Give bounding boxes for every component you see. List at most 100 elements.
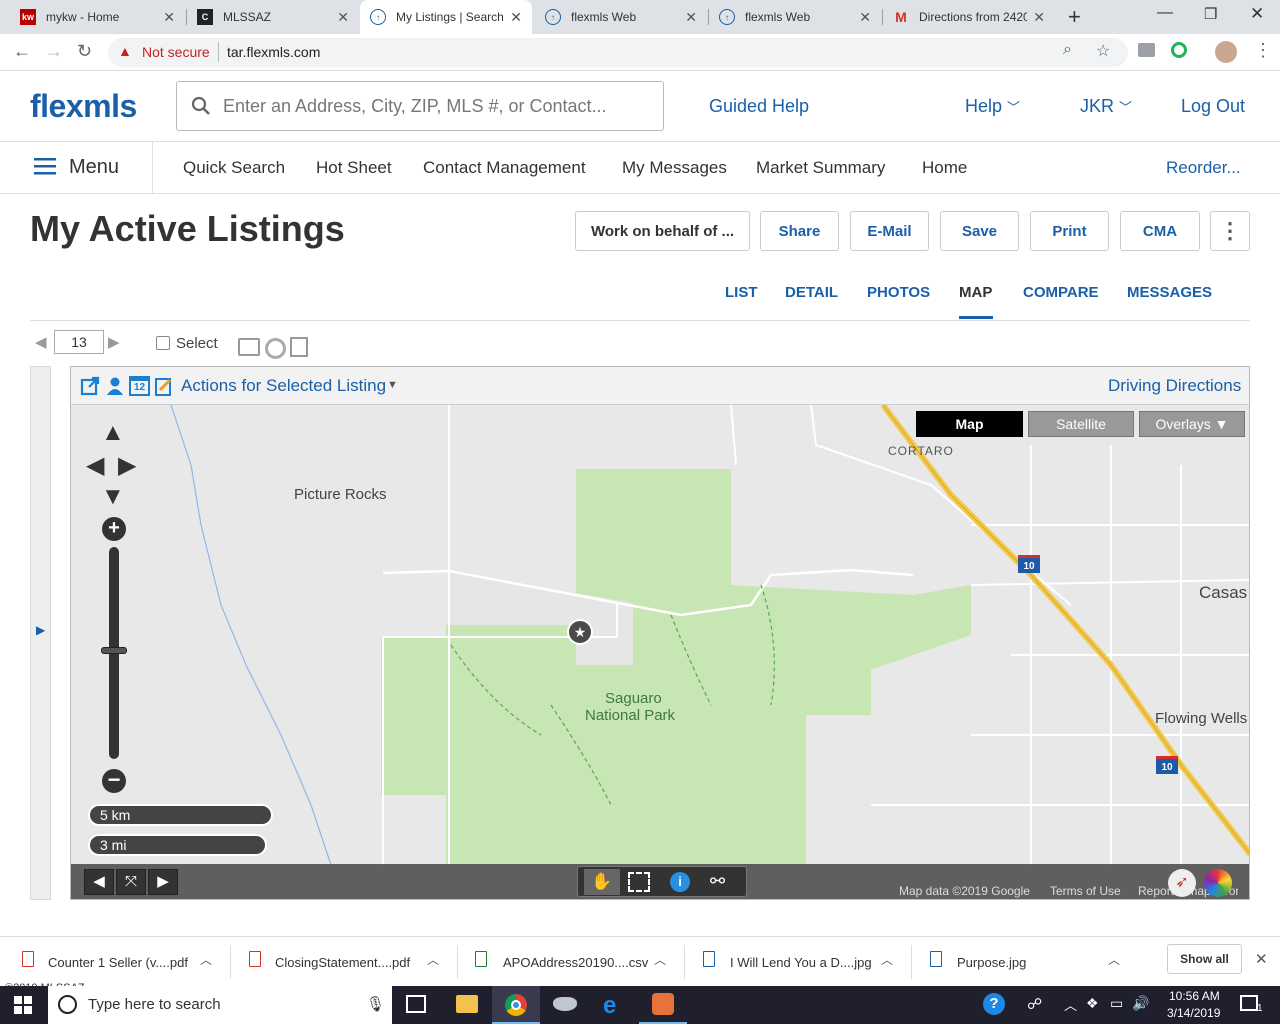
- zoom-in-icon[interactable]: +: [102, 517, 126, 541]
- clock-time[interactable]: 10:56 AM: [1169, 989, 1220, 1003]
- tab-map[interactable]: MAP: [959, 284, 992, 301]
- open-external-icon[interactable]: [80, 376, 100, 396]
- info-icon[interactable]: i: [670, 872, 690, 892]
- page-number-input[interactable]: 13: [54, 330, 104, 354]
- browser-tab[interactable]: ↑ flexmls Web ✕: [709, 0, 881, 34]
- tab-detail[interactable]: DETAIL: [785, 284, 838, 301]
- nav-home[interactable]: Home: [922, 158, 967, 178]
- clock-date[interactable]: 3/14/2019: [1167, 1006, 1220, 1020]
- close-tab-icon[interactable]: ✕: [163, 9, 175, 26]
- close-tab-icon[interactable]: ✕: [859, 9, 871, 26]
- minimize-icon[interactable]: —: [1157, 4, 1173, 22]
- tab-list[interactable]: LIST: [725, 284, 758, 301]
- user-menu[interactable]: JKR ﹀: [1080, 96, 1132, 117]
- new-tab-icon[interactable]: +: [1068, 4, 1081, 30]
- download-item[interactable]: ClosingStatement....pdf: [275, 955, 410, 970]
- help-tray-icon[interactable]: ?: [983, 993, 1005, 1015]
- prev-page-icon[interactable]: ◀: [35, 333, 47, 351]
- pan-right-icon[interactable]: ▶: [118, 451, 136, 480]
- profile-avatar[interactable]: [1215, 41, 1237, 63]
- next-page-icon[interactable]: ▶: [108, 333, 120, 351]
- nav-contact-management[interactable]: Contact Management: [423, 158, 586, 178]
- taskbar-search-box[interactable]: Type here to search 🎙: [48, 986, 392, 1024]
- close-tab-icon[interactable]: ✕: [337, 9, 349, 26]
- flexmls-logo[interactable]: flexmls: [30, 88, 137, 125]
- left-collapse-strip[interactable]: ▶: [30, 366, 51, 900]
- calendar-icon[interactable]: 12: [129, 376, 150, 396]
- nav-hot-sheet[interactable]: Hot Sheet: [316, 158, 392, 178]
- share-button[interactable]: Share: [760, 211, 839, 251]
- restore-icon[interactable]: ❐: [1204, 5, 1217, 23]
- chevron-up-icon[interactable]: ︿: [654, 951, 666, 968]
- action-center-icon[interactable]: [1240, 995, 1258, 1011]
- email-button[interactable]: E-Mail: [850, 211, 929, 251]
- bookmark-star-icon[interactable]: ☆: [1096, 41, 1110, 61]
- chevron-up-icon[interactable]: ︿: [881, 951, 893, 968]
- browser-tab[interactable]: M Directions from 2420 ✕: [883, 0, 1055, 34]
- close-tab-icon[interactable]: ✕: [510, 9, 522, 26]
- map-canvas[interactable]: ★ 10 10 Picture Rocks CORTARO Casas Flow…: [71, 405, 1249, 899]
- chevron-down-icon[interactable]: ▼: [387, 379, 398, 391]
- browser-tab-active[interactable]: ↑ My Listings | Search ✕: [360, 0, 532, 34]
- compass-icon[interactable]: ➶: [1168, 869, 1196, 897]
- guided-help-link[interactable]: Guided Help: [709, 96, 809, 117]
- global-search-box[interactable]: Enter an Address, City, ZIP, MLS #, or C…: [176, 81, 664, 131]
- reorder-link[interactable]: Reorder...: [1166, 158, 1241, 178]
- volume-icon[interactable]: 🔊: [1132, 995, 1149, 1012]
- color-wheel-icon[interactable]: [1204, 869, 1232, 897]
- note-icon[interactable]: [154, 376, 174, 396]
- download-item[interactable]: Counter 1 Seller (v....pdf: [48, 955, 188, 970]
- browser-tab[interactable]: kw mykw - Home ✕: [10, 0, 185, 34]
- forward-icon[interactable]: →: [45, 41, 63, 62]
- close-downloads-icon[interactable]: ✕: [1255, 950, 1268, 968]
- search-input[interactable]: Enter an Address, City, ZIP, MLS #, or C…: [223, 96, 607, 117]
- tab-messages[interactable]: MESSAGES: [1127, 284, 1212, 301]
- prev-listing-icon[interactable]: ◀: [84, 869, 114, 895]
- next-listing-icon[interactable]: ▶: [148, 869, 178, 895]
- back-icon[interactable]: ←: [13, 41, 31, 62]
- download-item[interactable]: Purpose.jpg: [957, 955, 1026, 970]
- driving-directions-link[interactable]: Driving Directions: [1108, 376, 1241, 396]
- chevron-up-icon[interactable]: ︿: [1108, 951, 1120, 968]
- cma-button[interactable]: CMA: [1120, 211, 1200, 251]
- task-view-icon[interactable]: [406, 995, 426, 1013]
- more-actions-icon[interactable]: ⋮: [1210, 211, 1250, 251]
- extension-icon[interactable]: [1138, 43, 1155, 57]
- extension-icon[interactable]: [1171, 42, 1187, 58]
- pan-up-icon[interactable]: ▲: [101, 419, 125, 447]
- dropbox-icon[interactable]: ❖: [1086, 995, 1099, 1012]
- network-icon[interactable]: ▭: [1110, 995, 1123, 1012]
- select-checkbox[interactable]: [156, 336, 170, 350]
- file-explorer-icon[interactable]: [456, 995, 478, 1013]
- select-area-icon[interactable]: [628, 872, 650, 892]
- edge-icon[interactable]: e: [603, 992, 616, 1020]
- download-item[interactable]: I Will Lend You a D....jpg: [730, 955, 872, 970]
- chevron-up-icon[interactable]: ︿: [200, 951, 212, 968]
- zoom-out-icon[interactable]: −: [102, 769, 126, 793]
- chevron-up-icon[interactable]: ︿: [427, 951, 439, 968]
- edit-note-icon[interactable]: [290, 337, 308, 357]
- omnibox[interactable]: ▲ Not secure tar.flexmls.com ⌕ ☆: [108, 38, 1128, 67]
- taskbar-app-button[interactable]: [639, 986, 687, 1024]
- work-on-behalf-button[interactable]: Work on behalf of ...: [575, 211, 750, 251]
- zoom-icon[interactable]: ⌕: [1063, 41, 1072, 59]
- nav-my-messages[interactable]: My Messages: [622, 158, 727, 178]
- close-window-icon[interactable]: ✕: [1250, 4, 1264, 24]
- logout-link[interactable]: Log Out: [1181, 96, 1245, 117]
- browser-tab[interactable]: ↑ flexmls Web ✕: [535, 0, 707, 34]
- briefcase-icon[interactable]: [238, 338, 260, 356]
- tab-compare[interactable]: COMPARE: [1023, 284, 1099, 301]
- contact-icon[interactable]: [105, 376, 125, 396]
- map-type-map-button[interactable]: Map: [916, 411, 1023, 437]
- nav-quick-search[interactable]: Quick Search: [183, 158, 285, 178]
- zoom-slider-handle[interactable]: [101, 647, 127, 654]
- download-item[interactable]: APOAddress20190....csv: [503, 955, 648, 970]
- microphone-icon[interactable]: 🎙: [366, 995, 385, 1013]
- more-vert-icon[interactable]: ⋮: [1254, 40, 1272, 61]
- menu-button[interactable]: [34, 157, 56, 180]
- reload-icon[interactable]: ↻: [77, 41, 92, 62]
- fit-bounds-icon[interactable]: ⤧: [116, 869, 146, 895]
- help-menu[interactable]: Help ﹀: [965, 96, 1020, 117]
- taskbar-search-input[interactable]: Type here to search: [88, 996, 221, 1013]
- chrome-taskbar-button[interactable]: [492, 986, 540, 1024]
